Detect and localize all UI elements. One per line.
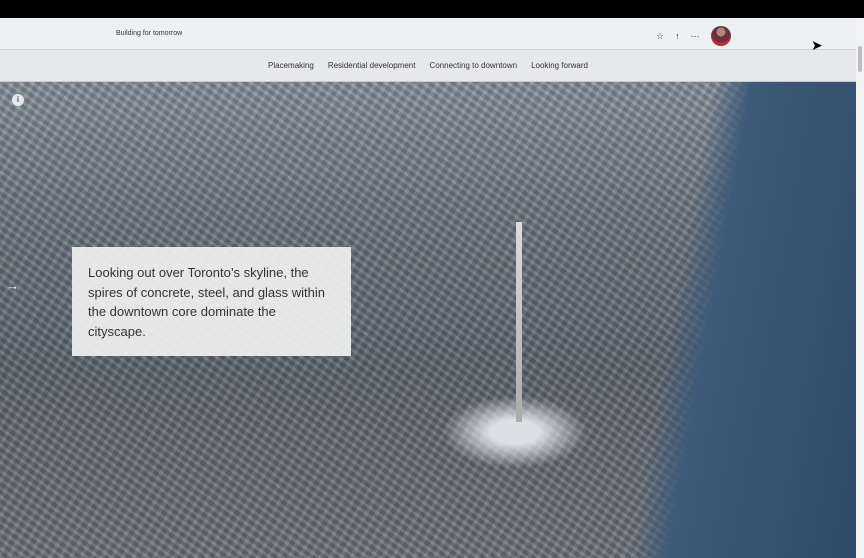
scrollbar-thumb[interactable] [858, 46, 862, 72]
top-bar [0, 0, 864, 18]
cn-tower [516, 222, 522, 422]
more-icon[interactable]: ··· [691, 31, 700, 41]
site-header: Building for tomorrow ☆ ↑ ··· [0, 18, 856, 50]
nav-placemaking[interactable]: Placemaking [268, 61, 314, 70]
star-icon[interactable]: ☆ [656, 31, 664, 42]
nav-connecting-to-downtown[interactable]: Connecting to downtown [429, 61, 517, 70]
share-icon[interactable]: ↑ [675, 31, 680, 41]
arrow-right-icon[interactable]: → [6, 278, 19, 293]
nav-residential-development[interactable]: Residential development [328, 61, 416, 70]
section-nav: Placemaking Residential development Conn… [0, 50, 856, 82]
site-title[interactable]: Building for tomorrow [116, 30, 182, 37]
avatar[interactable] [710, 26, 731, 46]
caption-box: Looking out over Toronto’s skyline, the … [72, 247, 351, 356]
scrollbar[interactable] [856, 18, 864, 558]
info-icon[interactable]: i [12, 94, 24, 106]
mouse-cursor-icon: ➤ [811, 37, 823, 53]
hero-image-toronto-skyline: i → Looking out over Toronto’s skyline, … [0, 82, 856, 558]
nav-looking-forward[interactable]: Looking forward [531, 61, 588, 70]
